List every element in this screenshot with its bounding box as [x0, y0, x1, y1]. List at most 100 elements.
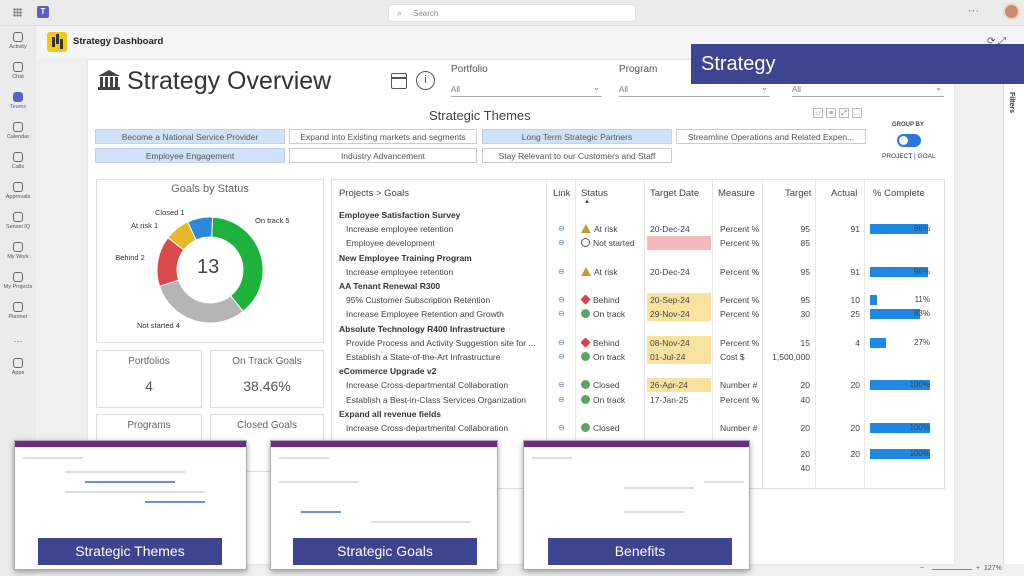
thumbnail-line — [145, 501, 205, 503]
info-icon[interactable]: i — [416, 71, 435, 90]
rail-item-activity[interactable]: Activity — [0, 32, 36, 50]
goal-name: Increase employee retention — [346, 266, 454, 277]
pin-icon[interactable]: ⌂ — [813, 108, 823, 118]
search-input[interactable]: ⌕ Search — [388, 4, 636, 22]
rail-item-calendar[interactable]: Calendar — [0, 122, 36, 140]
link-icon[interactable]: ⊖ — [558, 352, 565, 361]
theme-chip[interactable]: Employee Engagement — [95, 148, 285, 163]
rail-item-chat[interactable]: Chat — [0, 62, 36, 80]
teams-icon — [13, 92, 23, 102]
link-icon[interactable]: ⊖ — [558, 338, 565, 347]
theme-chip[interactable]: Expand into Existing markets and segment… — [289, 129, 477, 144]
theme-chip[interactable]: Industry Advancement — [289, 148, 477, 163]
thumbnail-line — [65, 491, 205, 493]
project-row[interactable]: Absolute Technology R400 Infrastructure — [332, 322, 944, 336]
rail-item-my-projects[interactable]: My Projects — [0, 272, 36, 290]
program-dropdown[interactable]: All ⌄ — [619, 82, 770, 97]
actual-value: 10 — [850, 295, 860, 306]
col-header-link[interactable]: Link — [553, 188, 570, 199]
strategic-goals-label: Strategic Goals — [293, 538, 477, 565]
link-icon[interactable]: ⊖ — [558, 395, 565, 404]
theme-chip[interactable]: Become a National Service Provider — [95, 129, 285, 144]
project-row[interactable]: eCommerce Upgrade v2 — [332, 364, 944, 378]
teams-top-bar: T ⌕ Search ··· — [0, 0, 1024, 26]
goal-row[interactable]: Increase Cross-departmental Collaboratio… — [332, 378, 944, 393]
col-header-pct-complete[interactable]: % Complete — [873, 188, 925, 199]
zoom-in-icon[interactable]: + — [976, 565, 980, 572]
target-date: 01-Jul-24 — [647, 350, 711, 364]
col-header-projects-goals[interactable]: Projects > Goals — [339, 188, 409, 199]
donut-slice-1[interactable] — [158, 279, 244, 324]
filter-icon[interactable]: ≡ — [826, 108, 836, 118]
slice-label-atrisk: At risk 1 — [131, 221, 159, 230]
more-options-icon[interactable]: ··· — [968, 5, 979, 17]
filters-label: Filters — [1008, 92, 1015, 114]
rail-item-apps[interactable]: Apps — [0, 358, 36, 376]
calendar-icon[interactable] — [391, 73, 407, 89]
filters-pane[interactable]: Filters — [1003, 60, 1024, 564]
group-by-toggle[interactable] — [897, 134, 921, 147]
goal-row[interactable]: Employee development ⊖ Not started Percent … — [332, 236, 944, 251]
donut-slice-0[interactable] — [211, 216, 264, 313]
goal-name: Increase employee retention — [346, 224, 454, 235]
goal-row[interactable]: Increase Employee Retention and Growth ⊖ O… — [332, 307, 944, 322]
third-filter-dropdown[interactable]: All ⌄ — [792, 82, 944, 97]
theme-chip[interactable]: Streamline Operations and Related Expen.… — [676, 129, 866, 144]
link-icon[interactable]: ⊖ — [558, 295, 565, 304]
sort-ascending-icon[interactable]: ▲ — [584, 199, 590, 205]
project-row[interactable]: Employee Satisfaction Survey — [332, 208, 944, 222]
rail-item-calls[interactable]: Calls — [0, 152, 36, 170]
link-icon[interactable]: ⊖ — [558, 238, 565, 247]
theme-chip[interactable]: Long Term Strategic Partners — [482, 129, 672, 144]
goal-name: Establish a State-of-the-Art Infrastruct… — [346, 352, 501, 362]
avatar[interactable] — [1003, 3, 1020, 20]
zoom-slider[interactable] — [932, 569, 972, 570]
link-icon[interactable]: ⊖ — [558, 309, 565, 318]
col-header-status[interactable]: Status — [581, 188, 608, 199]
pct-complete-text: 83% — [913, 309, 930, 319]
col-header-target-date[interactable]: Target Date — [650, 188, 699, 199]
rail-more-icon[interactable]: ··· — [0, 336, 36, 346]
col-header-actual[interactable]: Actual — [831, 188, 857, 199]
col-header-measure[interactable]: Measure — [718, 188, 755, 199]
link-icon[interactable]: ⊖ — [558, 380, 565, 389]
goal-row[interactable]: 95% Customer Subscription Retention ⊖ Behi… — [332, 293, 944, 308]
theme-chip[interactable]: Stay Relevant to our Customers and Staff — [482, 148, 672, 163]
group-by-label: GROUP BY — [892, 122, 924, 128]
more-icon[interactable]: … — [852, 108, 862, 118]
goal-row[interactable]: Increase employee retention ⊖ At risk 20-De… — [332, 222, 944, 236]
goal-row[interactable]: Provide Process and Activity Suggestion … — [332, 335, 944, 350]
app-launcher-icon[interactable] — [13, 8, 22, 17]
search-placeholder: Search — [413, 9, 439, 18]
rail-item-sensei-iq[interactable]: Sensei IQ — [0, 212, 36, 230]
portfolio-dropdown[interactable]: All ⌄ — [451, 82, 602, 97]
link-icon[interactable]: ⊖ — [558, 267, 565, 276]
focus-mode-icon[interactable]: ⤢ — [839, 108, 849, 118]
project-row[interactable]: New Employee Training Program — [332, 251, 944, 265]
portfolio-value: All — [451, 85, 460, 94]
target-date: 26-Apr-24 — [647, 378, 711, 393]
rail-item-planner[interactable]: Planner — [0, 302, 36, 320]
link-icon[interactable]: ⊖ — [558, 423, 565, 432]
target-date — [647, 236, 711, 251]
goal-row[interactable]: Increase Cross-departmental Collaboratio… — [332, 421, 944, 435]
link-icon[interactable]: ⊖ — [558, 224, 565, 233]
rail-item-approvals[interactable]: Approvals — [0, 182, 36, 200]
rail-item-my-work[interactable]: My Work — [0, 242, 36, 260]
slice-label-ontrack: On track 5 — [255, 216, 290, 225]
zoom-out-icon[interactable]: − — [920, 565, 924, 572]
target-value: 95 — [800, 295, 810, 306]
project-row[interactable]: Expand all revenue fields — [332, 407, 944, 421]
col-header-target[interactable]: Target — [785, 188, 811, 199]
rail-item-teams[interactable]: Teams — [0, 92, 36, 110]
thumbnail-line — [65, 471, 185, 473]
slice-label-closed: Closed 1 — [155, 208, 185, 217]
project-name: Expand all revenue fields — [339, 408, 442, 419]
goal-name: Increase Cross-departmental Collaboratio… — [346, 380, 509, 391]
goal-row[interactable]: Establish a Best-in-Class Services Organ… — [332, 393, 944, 407]
project-row[interactable]: AA Tenant Renewal R300 — [332, 279, 944, 293]
goal-row[interactable]: Increase employee retention ⊖ At risk 20-De… — [332, 265, 944, 279]
goal-row[interactable]: Establish a State-of-the-Art Infrastruct… — [332, 350, 944, 364]
status-text: At risk — [594, 266, 618, 277]
actual-value: 4 — [855, 337, 860, 348]
